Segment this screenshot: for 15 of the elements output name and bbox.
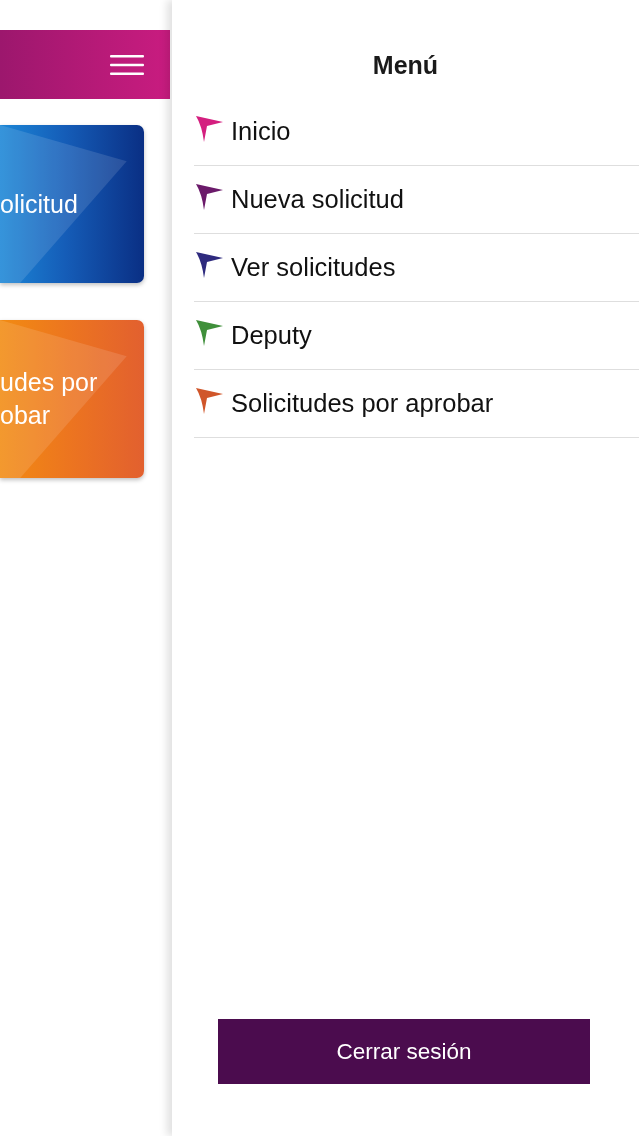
menu-item[interactable]: Ver solicitudes [194,234,639,302]
menu-item[interactable]: Solicitudes por aprobar [194,370,639,438]
menu-item-label: Inicio [231,117,291,146]
menu-item[interactable]: Inicio [194,98,639,166]
menu-item[interactable]: Nueva solicitud [194,166,639,234]
menu-button[interactable] [110,54,144,75]
menu-item[interactable]: Deputy [194,302,639,370]
menu-item-label: Nueva solicitud [231,185,404,214]
shortcut-card[interactable]: olicitud [0,125,144,283]
drawer-title: Menú [372,50,439,80]
menu-icon [110,54,144,75]
logout-button[interactable]: Cerrar sesión [218,1019,590,1084]
menu-item-label: Ver solicitudes [231,253,396,282]
menu-item-label: Solicitudes por aprobar [231,389,494,418]
menu-item-label: Deputy [231,321,312,350]
